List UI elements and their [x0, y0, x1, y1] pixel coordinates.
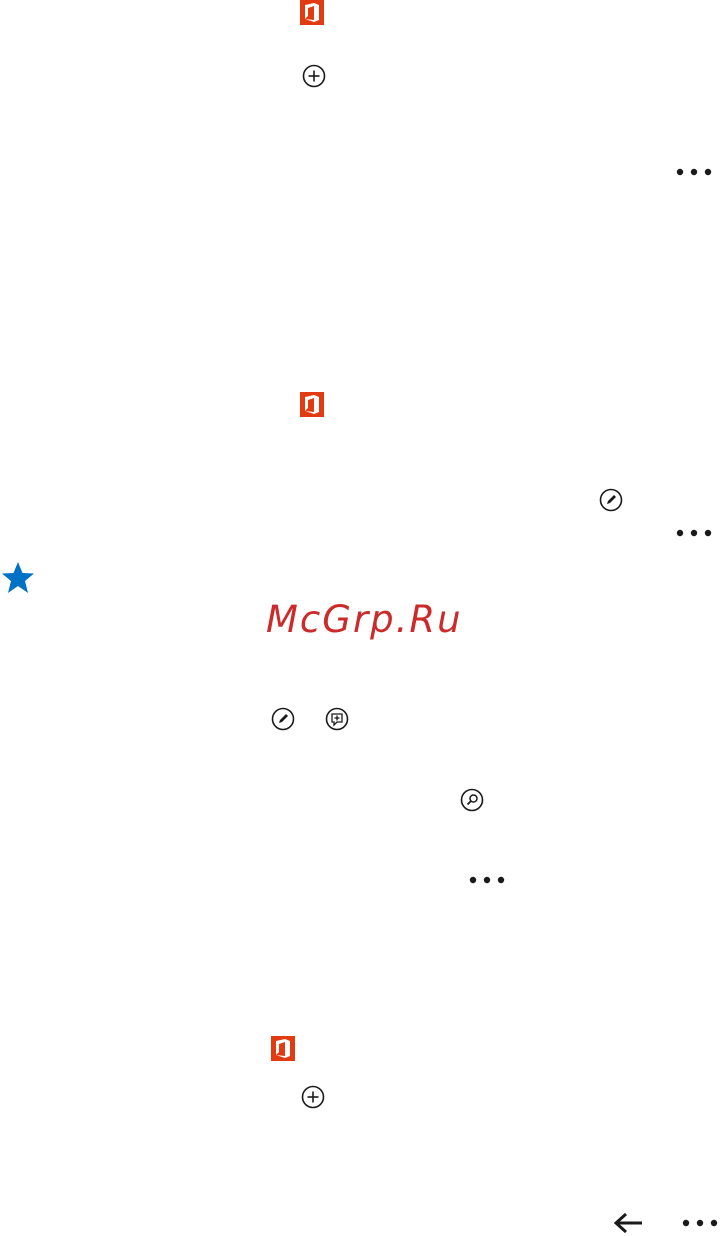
more-icon[interactable] [676, 167, 712, 177]
add-circle-icon[interactable] [302, 64, 326, 88]
add-comment-circle-icon[interactable] [325, 707, 349, 731]
office-icon [271, 1036, 295, 1061]
star-icon [1, 561, 35, 595]
more-icon[interactable] [682, 1218, 718, 1228]
edit-circle-icon[interactable] [271, 707, 295, 731]
office-icon [300, 0, 324, 25]
more-icon[interactable] [676, 528, 712, 538]
find-circle-icon[interactable] [460, 788, 484, 812]
more-icon[interactable] [469, 875, 505, 885]
add-circle-icon[interactable] [301, 1085, 325, 1109]
edit-circle-icon[interactable] [599, 488, 623, 512]
watermark-text: McGrp.Ru [266, 598, 463, 641]
office-icon [300, 392, 324, 417]
back-arrow-icon[interactable] [613, 1211, 643, 1235]
